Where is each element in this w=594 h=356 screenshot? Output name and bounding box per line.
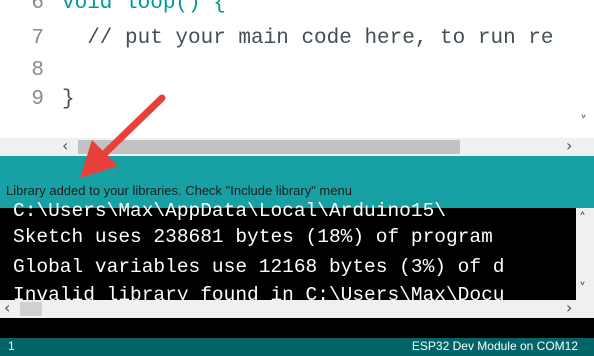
annotation-arrow-icon xyxy=(80,94,166,178)
